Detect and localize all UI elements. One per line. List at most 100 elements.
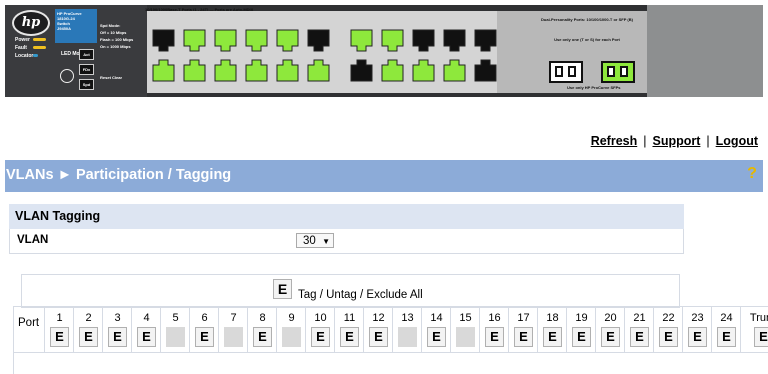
port-tag-button[interactable]: E <box>253 327 272 347</box>
power-led-label: Power <box>15 37 31 43</box>
port-number: 11 <box>343 312 356 324</box>
port-column: 12 E <box>363 307 393 352</box>
trunk-tag-button[interactable]: E <box>754 327 768 347</box>
link-separator: | <box>706 134 710 148</box>
speed-mode-legend: Spd Mode: Off = 10 Mbps Flash = 100 Mbps… <box>100 22 133 50</box>
locator-led-label: Locator <box>15 53 34 59</box>
port-number: 2 <box>85 312 92 324</box>
switch-right-panel <box>647 5 763 97</box>
vlan-tagging-section: VLAN Tagging VLAN 30 ▼ <box>9 204 684 254</box>
port-column: 20 E <box>595 307 625 352</box>
logout-link[interactable]: Logout <box>716 134 758 148</box>
port-column: 13 <box>392 307 422 352</box>
vlan-select-value: 30 <box>303 235 316 247</box>
port-tag-button[interactable]: E <box>108 327 127 347</box>
sfp-slot-icon <box>620 66 628 77</box>
port-column: 18 E <box>537 307 567 352</box>
port-tag-button-empty[interactable] <box>456 327 475 347</box>
port-column: 16 E <box>479 307 509 352</box>
port-column: 11 E <box>334 307 364 352</box>
tag-all-button[interactable]: E <box>273 279 292 299</box>
port-tag-button[interactable]: E <box>717 327 736 347</box>
port-tag-button-empty[interactable] <box>282 327 301 347</box>
port-tag-button[interactable]: E <box>659 327 678 347</box>
ethernet-port <box>214 59 237 82</box>
port-number: 23 <box>691 312 704 324</box>
sfp-slot-icon <box>555 66 563 77</box>
port-number: 24 <box>720 312 733 324</box>
ethernet-port <box>183 59 206 82</box>
sfp-port-2 <box>601 61 635 83</box>
model-badge: HP ProCurve 1810G-24 Switch J9450A <box>55 9 97 43</box>
ethernet-port <box>474 59 497 82</box>
reset-clear-label: Reset Clear <box>100 75 123 80</box>
port-tag-button[interactable]: E <box>543 327 562 347</box>
port-tag-button[interactable]: E <box>688 327 707 347</box>
ethernet-port <box>276 29 299 52</box>
port-number: 13 <box>401 312 414 324</box>
sfp-note: Use only one (T or S) for each Port <box>554 37 620 42</box>
trunk-label: Trun <box>749 312 768 324</box>
port-tag-button[interactable]: E <box>369 327 388 347</box>
chevron-down-icon: ▼ <box>322 237 330 246</box>
port-tag-button[interactable]: E <box>195 327 214 347</box>
port-number: 18 <box>546 312 559 324</box>
port-number: 5 <box>172 312 179 324</box>
support-link[interactable]: Support <box>652 134 700 148</box>
port-column: 6E <box>189 307 219 352</box>
page-title: VLANs ► Participation / Tagging <box>6 167 232 183</box>
port-column: 10 E <box>305 307 335 352</box>
port-tag-button-empty[interactable] <box>166 327 185 347</box>
sfp-slot-icon <box>568 66 576 77</box>
port-tag-button[interactable]: E <box>485 327 504 347</box>
port-tag-button[interactable]: E <box>427 327 446 347</box>
dual-ports-label: Dual-Personality Ports: 10/100/1000-T or… <box>541 17 633 22</box>
ethernet-port <box>381 29 404 52</box>
spd-led: Spd <box>79 79 94 90</box>
ethernet-port <box>381 59 404 82</box>
sfp-port-1 <box>549 61 583 83</box>
port-tag-button[interactable]: E <box>572 327 591 347</box>
port-tag-button[interactable]: E <box>79 327 98 347</box>
port-column: 23 E <box>682 307 712 352</box>
vlan-tagging-heading: VLAN Tagging <box>9 204 684 229</box>
fdx-led: FDx <box>79 64 94 75</box>
port-tag-button[interactable]: E <box>630 327 649 347</box>
port-column: 15 <box>450 307 480 352</box>
port-tag-button[interactable]: E <box>50 327 69 347</box>
port-column: 24 E <box>711 307 741 352</box>
port-tag-button[interactable]: E <box>311 327 330 347</box>
ethernet-port <box>214 29 237 52</box>
ethernet-port <box>307 29 330 52</box>
ethernet-port-panel <box>147 11 528 93</box>
act-led: Act <box>79 49 94 60</box>
port-column: 17 E <box>508 307 538 352</box>
port-number: 12 <box>372 312 385 324</box>
port-tag-button[interactable]: E <box>137 327 156 347</box>
sfp-panel: Dual-Personality Ports: 10/100/1000-T or… <box>497 11 647 93</box>
port-column: 1E <box>44 307 74 352</box>
ethernet-port <box>245 59 268 82</box>
hp-logo: hp <box>12 10 50 36</box>
port-column: 3E <box>102 307 132 352</box>
vlan-select[interactable]: 30 ▼ <box>296 233 334 248</box>
help-icon[interactable]: ? <box>745 165 759 183</box>
port-column: 19 E <box>566 307 596 352</box>
ethernet-port <box>412 29 435 52</box>
led-mode-buttons: Act FDx Spd <box>79 49 94 94</box>
port-number: 6 <box>201 312 208 324</box>
port-tag-button[interactable]: E <box>601 327 620 347</box>
port-tag-button-empty[interactable] <box>398 327 417 347</box>
ethernet-port <box>350 29 373 52</box>
port-number: 7 <box>230 312 237 324</box>
port-tag-button[interactable]: E <box>340 327 359 347</box>
port-number: 4 <box>143 312 150 324</box>
model-line: J9450A <box>57 26 72 31</box>
tag-all-bar: E Tag / Untag / Exclude All <box>21 274 680 308</box>
port-tag-button-empty[interactable] <box>224 327 243 347</box>
sfp-slot-icon <box>607 66 615 77</box>
port-tag-button[interactable]: E <box>514 327 533 347</box>
port-column: 2E <box>73 307 103 352</box>
speed-mode-line: Flash = 100 Mbps <box>100 37 134 42</box>
refresh-link[interactable]: Refresh <box>591 134 638 148</box>
